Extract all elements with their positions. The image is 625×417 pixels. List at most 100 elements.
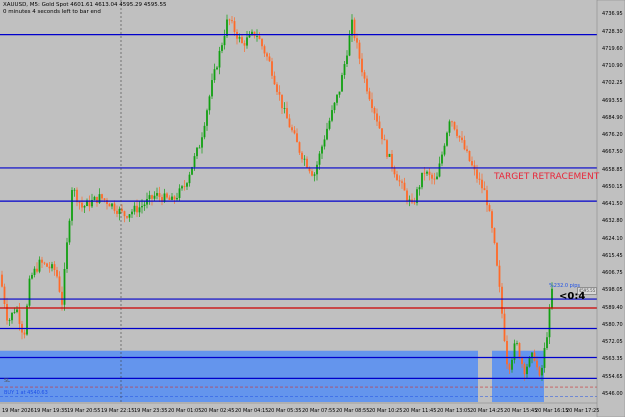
- time-tick-label: 20 Mar 08:55: [336, 408, 370, 414]
- candle-body: [351, 19, 353, 36]
- time-tick-label: 20 Mar 07:55: [302, 408, 336, 414]
- candle-body: [541, 367, 543, 376]
- candle-body: [111, 203, 113, 207]
- candle-body: [93, 196, 96, 200]
- candle-body: [96, 196, 98, 203]
- candle-body: [181, 186, 183, 189]
- candle-body: [31, 274, 33, 279]
- pips-label: %232.0 pips: [549, 283, 580, 289]
- candle-body: [476, 169, 478, 179]
- candle-body: [61, 291, 63, 305]
- candle-body: [266, 53, 268, 57]
- candle-body: [101, 194, 103, 199]
- candle-body: [298, 142, 301, 153]
- demand-zone: [492, 350, 544, 402]
- time-tick-label: 20 Mar 15:45: [504, 408, 538, 414]
- time-tick-label: 20 Mar 10:25: [369, 408, 403, 414]
- candle-body: [243, 43, 246, 46]
- candle-body: [478, 178, 481, 180]
- candle-body: [198, 147, 201, 149]
- candle-body: [381, 128, 383, 140]
- time-tick-label: 20 Mar 01:05: [168, 408, 202, 414]
- time-tick-label: 19 Mar 23:35: [134, 408, 168, 414]
- candle-body: [6, 304, 8, 321]
- candle-body: [453, 121, 456, 130]
- candle-body: [398, 180, 401, 182]
- candle-body: [183, 186, 186, 188]
- candle-body: [461, 137, 463, 141]
- candle-body: [356, 38, 358, 43]
- candle-body: [401, 181, 403, 183]
- candle-body: [281, 94, 283, 109]
- target-retracement-label[interactable]: TARGET RETRACEMENT: [494, 172, 599, 182]
- candle-body: [506, 340, 508, 365]
- candle-body: [193, 156, 196, 168]
- candle-body: [436, 176, 438, 180]
- candle-body: [441, 154, 443, 164]
- candle-body: [3, 286, 6, 305]
- candle-body: [406, 190, 408, 201]
- candle-body: [376, 113, 378, 122]
- candle-body: [446, 132, 448, 146]
- price-tick-label: 4632.80: [602, 218, 623, 225]
- candle-body: [396, 174, 398, 181]
- candle-body: [48, 266, 51, 269]
- candle-body: [241, 37, 243, 44]
- candle-body: [303, 158, 306, 160]
- candle-body: [58, 276, 61, 292]
- candle-body: [368, 91, 371, 100]
- candle-body: [73, 189, 76, 191]
- candle-body: [211, 80, 213, 97]
- time-tick-label: 20 Mar 05:35: [268, 408, 302, 414]
- candle-body: [56, 269, 58, 277]
- candle-body: [83, 206, 86, 208]
- candle-body: [413, 202, 416, 204]
- candle-body: [273, 75, 276, 85]
- candle-body: [258, 36, 261, 40]
- candle-body: [433, 178, 436, 180]
- time-tick-label: 19 Mar 2026: [2, 408, 34, 414]
- candle-body: [373, 108, 376, 114]
- candle-body: [508, 364, 511, 370]
- time-tick-label: 20 Mar 02:45: [201, 408, 235, 414]
- candle-body: [246, 37, 248, 46]
- price-tick-label: 4572.05: [602, 339, 623, 346]
- candle-body: [123, 211, 126, 217]
- candle-body: [451, 121, 453, 123]
- chart-canvas[interactable]: [0, 0, 625, 417]
- candle-body: [151, 195, 153, 199]
- candle-body: [531, 352, 533, 358]
- candle-body: [236, 31, 238, 39]
- candle-body: [108, 203, 111, 207]
- candle-body: [423, 172, 426, 174]
- candle-body: [256, 36, 258, 37]
- candle-body: [421, 172, 423, 188]
- candle-body: [156, 193, 158, 196]
- price-tick-label: 4684.90: [602, 114, 623, 121]
- candle-body: [391, 153, 393, 168]
- candle-body: [456, 129, 458, 136]
- candle-body: [546, 337, 548, 349]
- candle-body: [418, 187, 421, 190]
- price-tick-label: 4615.45: [602, 252, 623, 259]
- candle-body: [136, 205, 138, 213]
- candle-body: [488, 205, 491, 212]
- candle-body: [113, 203, 116, 211]
- price-chart[interactable]: XAUUSD, M5: Gold Spot 4601.61 4613.04 45…: [0, 0, 625, 417]
- candle-body: [361, 58, 363, 73]
- candle-body: [511, 359, 513, 370]
- candle-body: [316, 164, 318, 175]
- candle-body: [458, 135, 461, 138]
- candle-body: [233, 21, 236, 32]
- candle-body: [173, 196, 176, 200]
- candle-body: [403, 182, 406, 191]
- buy-order-label[interactable]: BUY 1 at 4540.63: [4, 390, 48, 396]
- candle-body: [1, 274, 3, 287]
- price-tick-label: 4641.50: [602, 201, 623, 208]
- candle-body: [348, 35, 351, 56]
- candle-body: [81, 202, 83, 208]
- candle-body: [483, 188, 486, 191]
- price-tick-label: 4650.15: [602, 183, 623, 190]
- candle-body: [498, 265, 501, 287]
- candle-body: [526, 366, 528, 375]
